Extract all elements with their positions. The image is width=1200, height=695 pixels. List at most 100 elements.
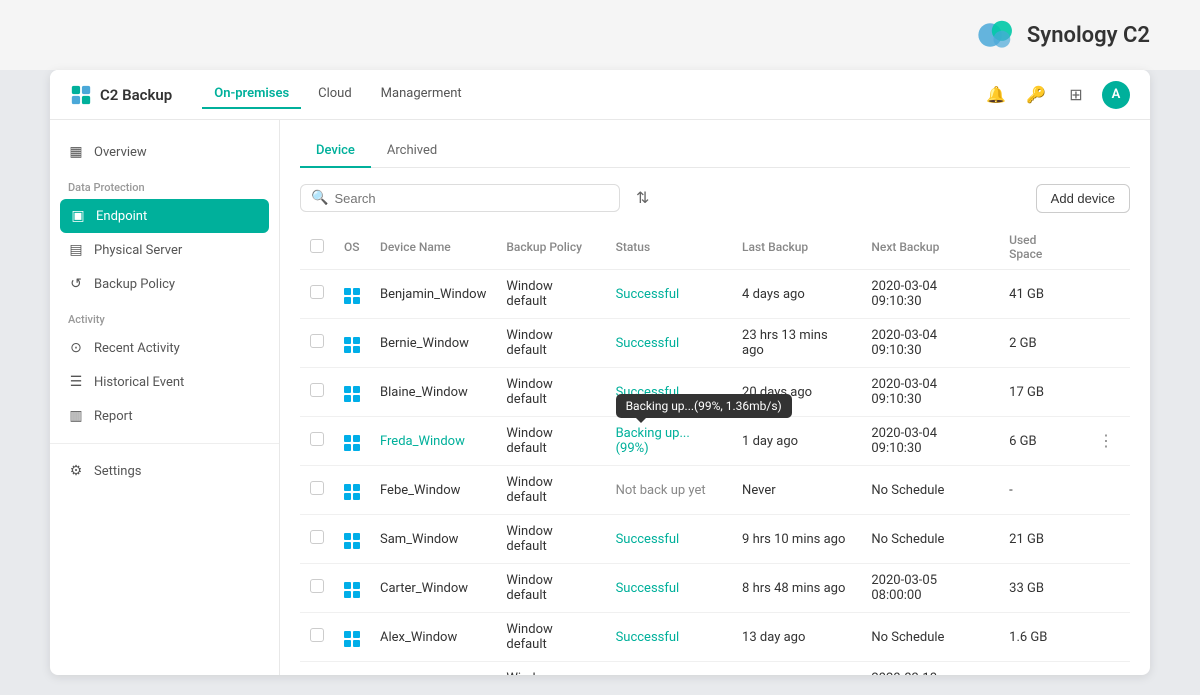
row-os-cell [334, 417, 370, 466]
th-next-backup: Next Backup [861, 225, 999, 270]
windows-icon [344, 533, 360, 549]
sidebar-item-recent-activity[interactable]: ⊙ Recent Activity [50, 331, 279, 365]
row-actions-cell [1082, 662, 1130, 676]
history-icon: ☰ [68, 374, 84, 390]
row-os-cell [334, 564, 370, 613]
content-tabs: Device Archived [300, 135, 1130, 168]
status-tooltip-wrapper: Backing up...(99%, 1.36mb/s)Backing up..… [616, 426, 722, 456]
row-os-cell [334, 466, 370, 515]
row-backup-policy: Window default [496, 270, 605, 319]
row-status: Successful [606, 515, 732, 564]
row-device-name: Alex_Window [370, 613, 496, 662]
row-checkbox-cell [300, 417, 334, 466]
row-status: Not back up yet [606, 662, 732, 676]
nav-cloud[interactable]: Cloud [306, 80, 364, 109]
nav-management[interactable]: Managerment [369, 80, 474, 109]
table-row: Joseph_WindowWindow defaultNot back up y… [300, 662, 1130, 676]
row-os-cell [334, 319, 370, 368]
table-body: Benjamin_WindowWindow defaultSuccessful4… [300, 270, 1130, 676]
nav-on-premises[interactable]: On-premises [202, 80, 301, 109]
sidebar-activity-label: Recent Activity [94, 341, 180, 356]
main-nav: On-premises Cloud Managerment [202, 80, 982, 109]
row-backup-policy: Window default [496, 319, 605, 368]
sidebar-item-overview[interactable]: ▦ Overview [50, 135, 279, 169]
row-os-cell [334, 613, 370, 662]
main-content: Device Archived 🔍 ⇅ Add device OS [280, 120, 1150, 675]
row-last-backup: 13 day ago [732, 613, 861, 662]
row-used-space: 33 GB [999, 564, 1082, 613]
table-row: Bernie_WindowWindow defaultSuccessful23 … [300, 319, 1130, 368]
sidebar-policy-label: Backup Policy [94, 277, 175, 292]
row-next-backup: No Schedule [861, 613, 999, 662]
status-badge: Successful [616, 336, 680, 351]
row-checkbox[interactable] [310, 285, 324, 299]
app-header: C2 Backup On-premises Cloud Managerment … [50, 70, 1150, 120]
sidebar-settings-label: Settings [94, 464, 141, 479]
th-backup-policy: Backup Policy [496, 225, 605, 270]
sidebar-item-physical-server[interactable]: ▤ Physical Server [50, 233, 279, 267]
row-checkbox[interactable] [310, 628, 324, 642]
row-more-button[interactable]: ⋮ [1092, 429, 1120, 453]
row-actions-cell [1082, 515, 1130, 564]
section-activity: Activity [50, 301, 279, 331]
row-next-backup: 2020-03-05 08:00:00 [861, 564, 999, 613]
row-next-backup: 2020-03-04 09:10:30 [861, 270, 999, 319]
th-last-backup: Last Backup [732, 225, 861, 270]
notifications-icon[interactable]: 🔔 [982, 81, 1010, 109]
table-row: Febe_WindowWindow defaultNot back up yet… [300, 466, 1130, 515]
row-last-backup: Never [732, 662, 861, 676]
row-checkbox[interactable] [310, 481, 324, 495]
report-icon: ▥ [68, 408, 84, 424]
row-checkbox[interactable] [310, 530, 324, 544]
row-actions-cell: ⋮ [1082, 417, 1130, 466]
user-avatar[interactable]: A [1102, 81, 1130, 109]
row-checkbox-cell [300, 466, 334, 515]
row-backup-policy: Window default [496, 662, 605, 676]
row-actions-cell [1082, 613, 1130, 662]
row-os-cell [334, 368, 370, 417]
select-all-checkbox[interactable] [310, 239, 324, 253]
header-actions: 🔔 🔑 ⊞ A [982, 81, 1130, 109]
table-header-row: OS Device Name Backup Policy Status Last… [300, 225, 1130, 270]
row-device-name: Joseph_Window [370, 662, 496, 676]
add-device-button[interactable]: Add device [1036, 184, 1130, 213]
sidebar-item-endpoint[interactable]: ▣ Endpoint [60, 199, 269, 233]
row-checkbox[interactable] [310, 383, 324, 397]
row-checkbox-cell [300, 368, 334, 417]
device-name-link[interactable]: Freda_Window [380, 434, 465, 449]
grid-icon[interactable]: ⊞ [1062, 81, 1090, 109]
status-badge: Backing up...(99%) [616, 426, 690, 456]
table-row: Alex_WindowWindow defaultSuccessful13 da… [300, 613, 1130, 662]
th-used-space: Used Space [999, 225, 1082, 270]
row-last-backup: 9 hrs 10 mins ago [732, 515, 861, 564]
row-checkbox[interactable] [310, 432, 324, 446]
windows-icon [344, 484, 360, 500]
row-last-backup: 1 day ago [732, 417, 861, 466]
settings-icon[interactable]: 🔑 [1022, 81, 1050, 109]
row-used-space: 17 GB [999, 368, 1082, 417]
sidebar-item-backup-policy[interactable]: ↺ Backup Policy [50, 267, 279, 301]
sidebar-item-settings[interactable]: ⚙ Settings [50, 454, 279, 488]
search-input[interactable] [334, 191, 609, 206]
sidebar-item-report[interactable]: ▥ Report [50, 399, 279, 433]
windows-icon [344, 582, 360, 598]
row-next-backup: 2020-03-04 09:10:30 [861, 417, 999, 466]
status-badge: Not back up yet [616, 483, 706, 498]
activity-icon: ⊙ [68, 340, 84, 356]
row-backup-policy: Window default [496, 417, 605, 466]
tab-device[interactable]: Device [300, 135, 371, 168]
tab-archived[interactable]: Archived [371, 135, 453, 168]
row-checkbox[interactable] [310, 334, 324, 348]
row-last-backup: 4 days ago [732, 270, 861, 319]
search-box: 🔍 [300, 184, 620, 212]
row-used-space: - [999, 662, 1082, 676]
row-status: Successful [606, 564, 732, 613]
row-checkbox[interactable] [310, 579, 324, 593]
filter-button[interactable]: ⇅ [628, 183, 657, 213]
sidebar-overview-label: Overview [94, 145, 147, 160]
row-used-space: 41 GB [999, 270, 1082, 319]
status-badge: Successful [616, 630, 680, 645]
status-tooltip: Backing up...(99%, 1.36mb/s) [616, 394, 792, 418]
row-actions-cell [1082, 564, 1130, 613]
sidebar-item-historical-event[interactable]: ☰ Historical Event [50, 365, 279, 399]
